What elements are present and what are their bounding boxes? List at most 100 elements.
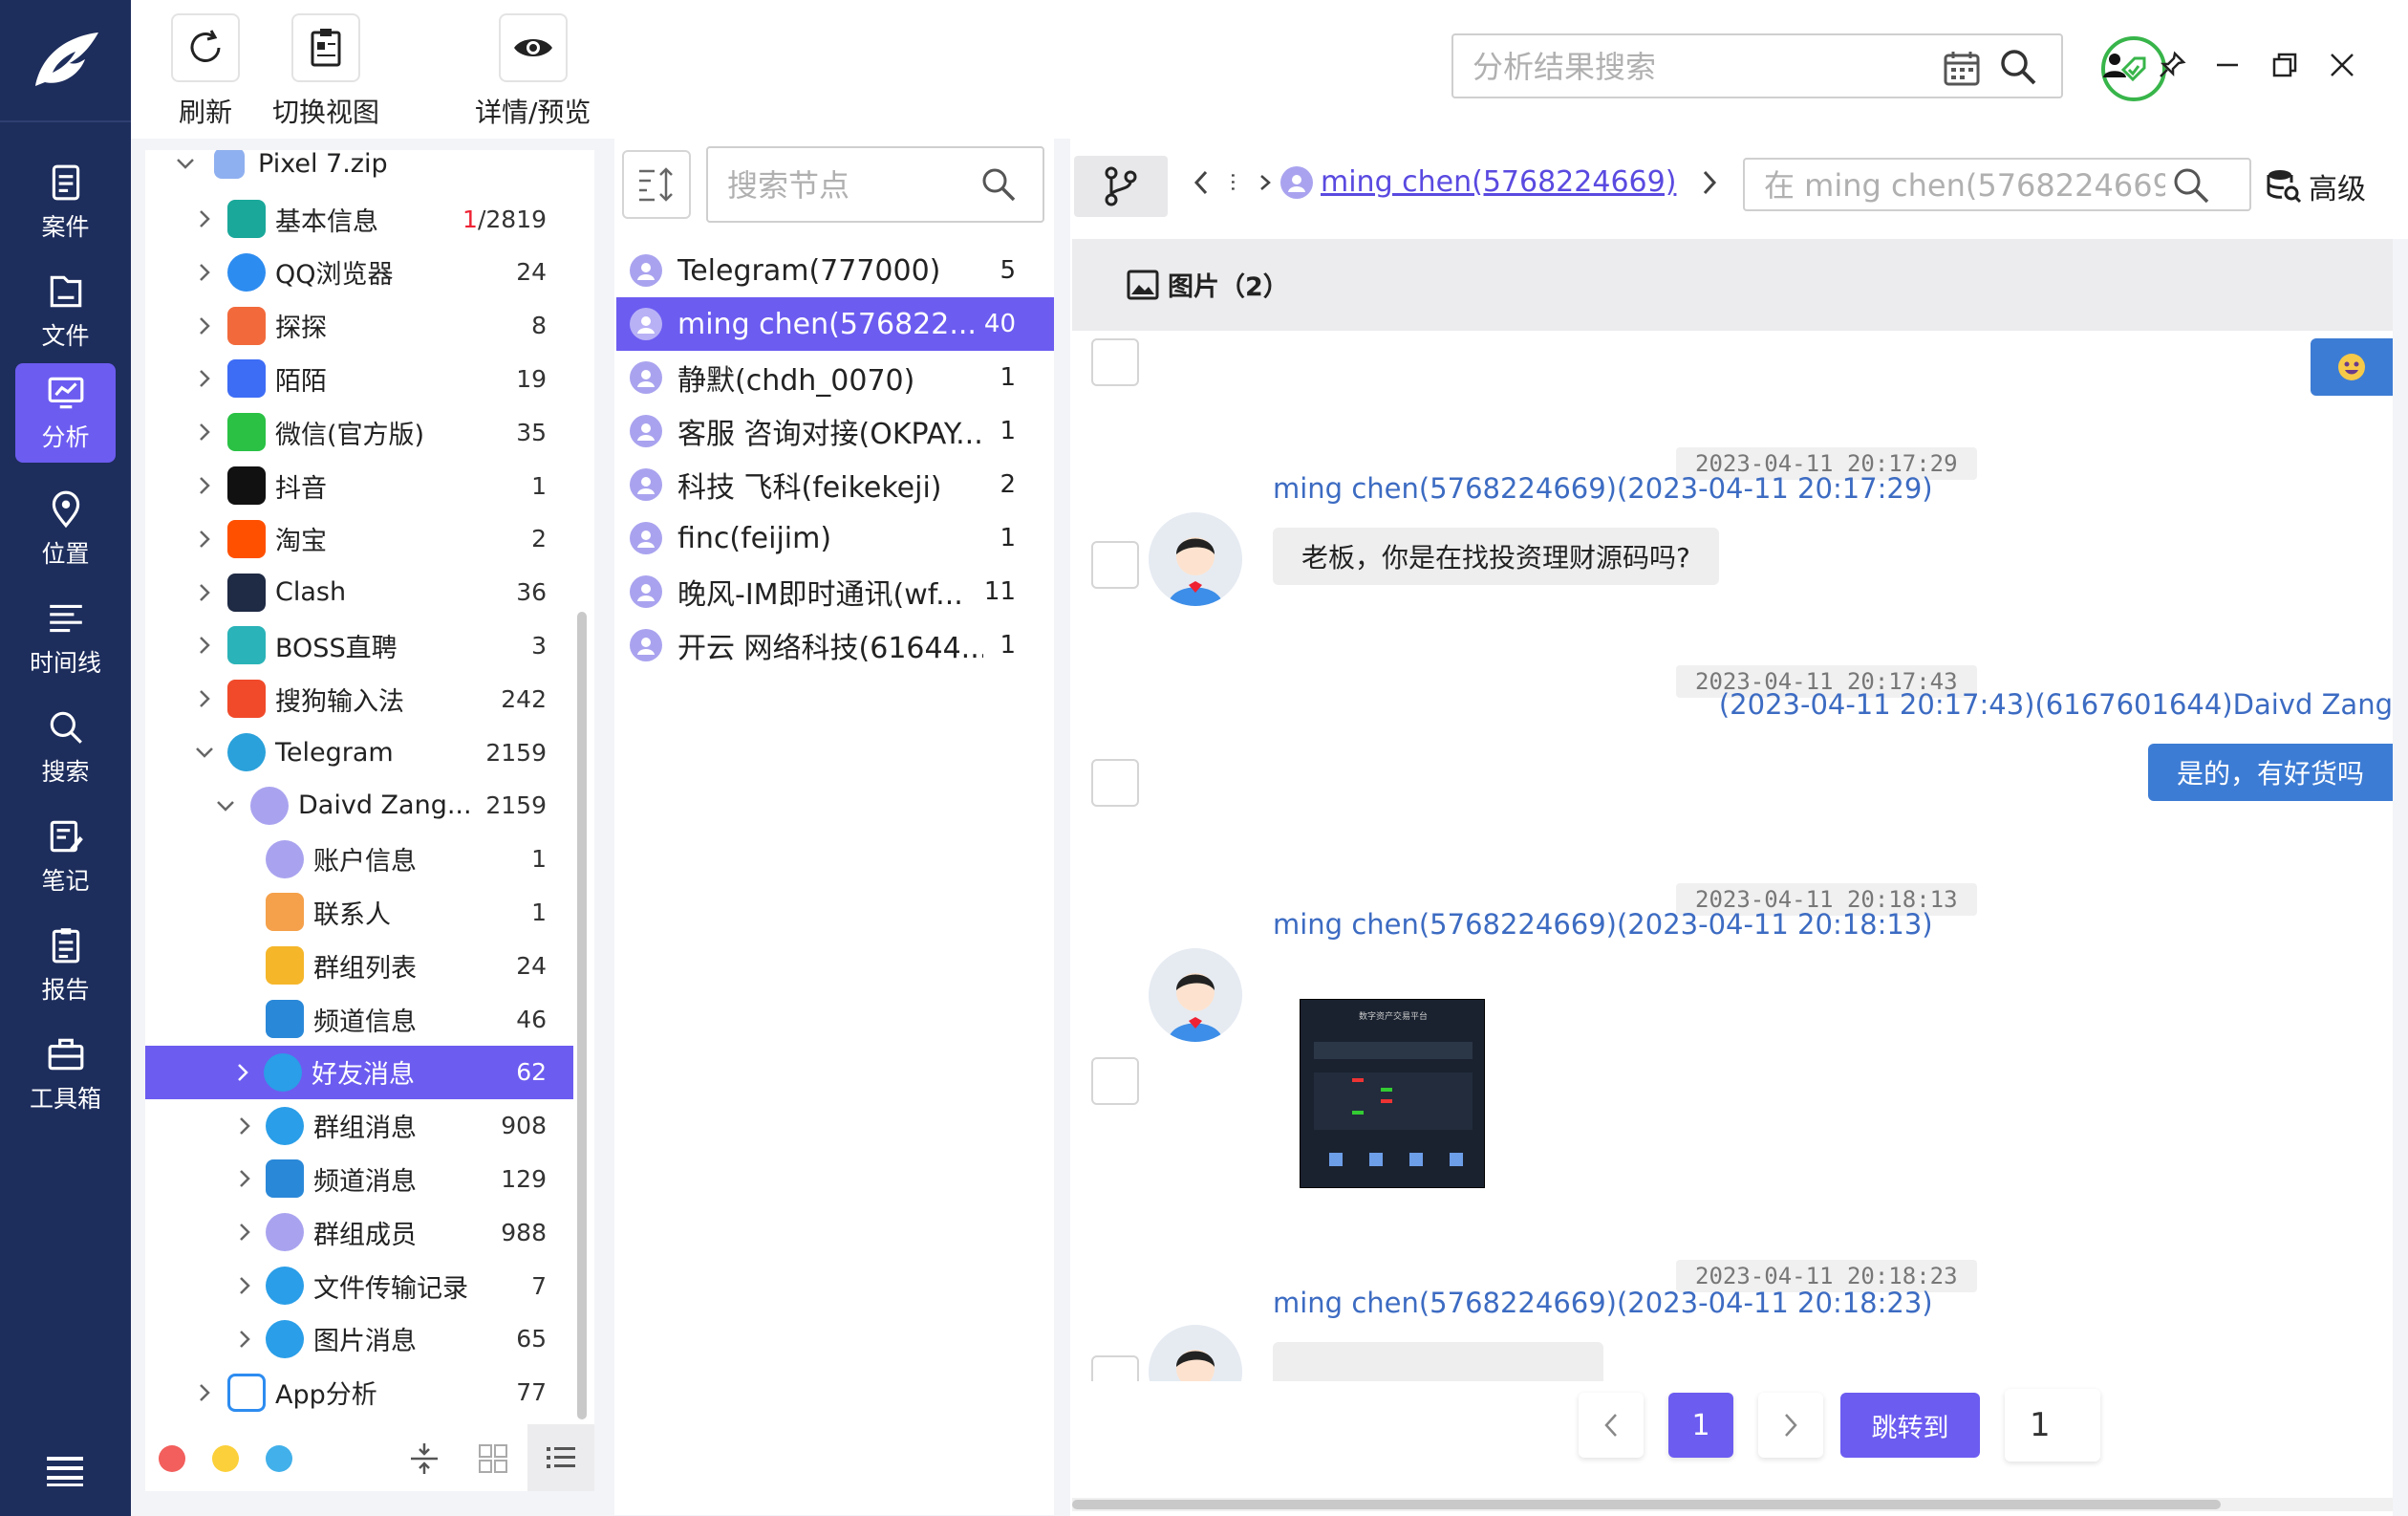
nav-location[interactable]: 位置 — [15, 480, 116, 579]
node-list-item[interactable]: 科技 飞科(feikekeji) 2 — [616, 458, 1054, 511]
node-list-item[interactable]: Telegram(777000) 5 — [616, 244, 1054, 297]
tree-item[interactable]: App分析 77 — [145, 1366, 573, 1419]
tab-images[interactable]: 图片（2） — [1126, 266, 1289, 303]
message-sender[interactable]: (2023-04-11 20:17:43)(6167601644)Daivd Z… — [1719, 688, 2393, 721]
prev-page-button[interactable] — [1579, 1393, 1644, 1458]
chevron-left-icon[interactable] — [1191, 168, 1212, 197]
message-checkbox[interactable] — [1091, 759, 1139, 807]
page-number-input[interactable]: 1 — [2005, 1389, 2100, 1462]
chevron-right-icon[interactable] — [233, 1221, 256, 1244]
grid-view-icon[interactable] — [478, 1443, 508, 1474]
tree-item[interactable]: Telegram 2159 — [145, 726, 573, 779]
tree-item[interactable]: 文件传输记录 7 — [145, 1259, 573, 1312]
tree-item[interactable]: 微信(官方版) 35 — [145, 405, 573, 459]
page-button-current[interactable]: 1 — [1668, 1393, 1733, 1458]
message-sender[interactable]: ming chen(5768224669)(2023-04-11 20:18:2… — [1273, 1287, 1933, 1319]
search-icon[interactable] — [1998, 47, 2038, 87]
tree-item[interactable]: 账户信息 1 — [145, 833, 573, 886]
tree-item[interactable]: 探探 8 — [145, 299, 573, 353]
chevron-down-icon[interactable] — [193, 741, 216, 764]
tree-root[interactable]: Pixel 7.zip — [145, 150, 573, 190]
tree-item[interactable]: 基本信息 1/2819 — [145, 192, 573, 246]
chevron-right-icon[interactable] — [193, 207, 216, 230]
nav-timeline[interactable]: 时间线 — [15, 589, 116, 688]
tree-item[interactable]: 群组列表 24 — [145, 939, 573, 992]
next-page-button[interactable] — [1758, 1393, 1823, 1458]
tree-item[interactable]: 群组成员 988 — [145, 1205, 573, 1259]
close-button[interactable] — [2325, 48, 2359, 82]
advanced-search-button[interactable]: 高级 — [2265, 165, 2366, 207]
nav-file[interactable]: 文件 — [15, 262, 116, 361]
restore-button[interactable] — [2268, 48, 2302, 82]
chevron-right-icon[interactable] — [193, 474, 216, 497]
yellow-dot[interactable] — [212, 1445, 239, 1472]
sort-button[interactable] — [622, 150, 691, 219]
nav-case[interactable]: 案件 — [15, 153, 116, 252]
tree-item[interactable]: 群组消息 908 — [145, 1099, 573, 1153]
tree-item[interactable]: BOSS直聘 3 — [145, 618, 573, 672]
chevron-right-icon[interactable] — [233, 1274, 256, 1297]
chevron-right-icon[interactable] — [1699, 168, 1720, 197]
chevron-right-icon[interactable] — [193, 528, 216, 551]
chevron-right-icon[interactable] — [233, 1115, 256, 1137]
tree-item[interactable]: 频道消息 129 — [145, 1152, 573, 1205]
node-search-input[interactable] — [727, 163, 976, 207]
red-dot[interactable] — [159, 1445, 185, 1472]
refresh-button[interactable]: 刷新 — [171, 13, 240, 130]
chevron-right-icon[interactable] — [193, 1381, 216, 1404]
nav-report[interactable]: 报告 — [15, 916, 116, 1015]
chevron-right-icon[interactable] — [193, 634, 216, 657]
switch-view-button[interactable]: 切换视图 — [272, 13, 379, 130]
vertical-scrollbar[interactable] — [2393, 239, 2408, 1516]
jump-to-button[interactable]: 跳转到 — [1840, 1393, 1980, 1458]
node-list-item[interactable]: 客服 咨询对接(OKPAY... 1 — [616, 404, 1054, 458]
chevron-down-icon[interactable] — [214, 794, 237, 817]
message-checkbox[interactable] — [1091, 338, 1139, 386]
node-list-item[interactable]: 开云 网络科技(61644... 1 — [616, 618, 1054, 672]
node-list-item[interactable]: 晚风-IM即时通讯(wf... 11 — [616, 565, 1054, 618]
chevron-right-icon[interactable] — [193, 261, 216, 284]
tree-item[interactable]: 好友消息 62 — [145, 1045, 573, 1099]
search-icon[interactable] — [979, 165, 1018, 204]
collapse-icon[interactable] — [407, 1441, 441, 1476]
tree-item[interactable]: 抖音 1 — [145, 459, 573, 512]
chevron-right-icon[interactable] — [193, 314, 216, 337]
message-image[interactable]: 数字资产交易平台 — [1300, 999, 1485, 1188]
detail-preview-button[interactable]: 详情/预览 — [475, 13, 591, 130]
pin-button[interactable] — [2155, 48, 2189, 82]
chevron-right-icon[interactable] — [193, 581, 216, 604]
chevron-right-icon[interactable] — [233, 1167, 256, 1190]
nav-search[interactable]: 搜索 — [15, 698, 116, 797]
branch-button[interactable] — [1074, 156, 1168, 217]
message-checkbox[interactable] — [1091, 541, 1139, 589]
search-icon[interactable] — [2171, 165, 2211, 206]
tree-item[interactable]: 搜狗输入法 242 — [145, 672, 573, 726]
list-view-button[interactable] — [527, 1424, 594, 1491]
message-sender[interactable]: ming chen(5768224669)(2023-04-11 20:17:2… — [1273, 472, 1933, 505]
breadcrumb-contact-link[interactable]: ming chen(5768224669) — [1321, 165, 1676, 199]
nav-toolbox[interactable]: 工具箱 — [15, 1025, 116, 1124]
tree-item[interactable]: 淘宝 2 — [145, 512, 573, 566]
chevron-right-icon[interactable] — [231, 1061, 254, 1084]
tree-item[interactable]: QQ浏览器 24 — [145, 246, 573, 299]
tree-scrollbar[interactable] — [577, 612, 587, 1419]
user-button[interactable] — [2097, 48, 2132, 82]
node-list-item[interactable]: 静默(chdh_0070) 1 — [616, 351, 1054, 404]
nav-analysis[interactable]: 分析 — [15, 363, 116, 463]
node-list-item[interactable]: finc(feijim) 1 — [616, 511, 1054, 565]
node-list-item[interactable]: ming chen(576822... 40 — [616, 297, 1054, 351]
blue-dot[interactable] — [266, 1445, 292, 1472]
scrollbar-thumb[interactable] — [1072, 1500, 2221, 1509]
chevron-right-icon[interactable] — [193, 421, 216, 444]
chevron-right-icon[interactable] — [233, 1328, 256, 1351]
message-checkbox[interactable] — [1091, 1355, 1139, 1382]
minimize-button[interactable] — [2210, 48, 2245, 82]
message-sender[interactable]: ming chen(5768224669)(2023-04-11 20:18:1… — [1273, 908, 1933, 941]
tree-item[interactable]: Clash 36 — [145, 566, 573, 619]
menu-icon[interactable] — [43, 1451, 87, 1489]
tree-item[interactable]: 陌陌 19 — [145, 352, 573, 405]
tree-item[interactable]: 频道信息 46 — [145, 992, 573, 1046]
calendar-icon[interactable] — [1943, 49, 1981, 87]
chevron-right-icon[interactable] — [193, 367, 216, 390]
chat-search-input[interactable] — [1764, 165, 2165, 206]
